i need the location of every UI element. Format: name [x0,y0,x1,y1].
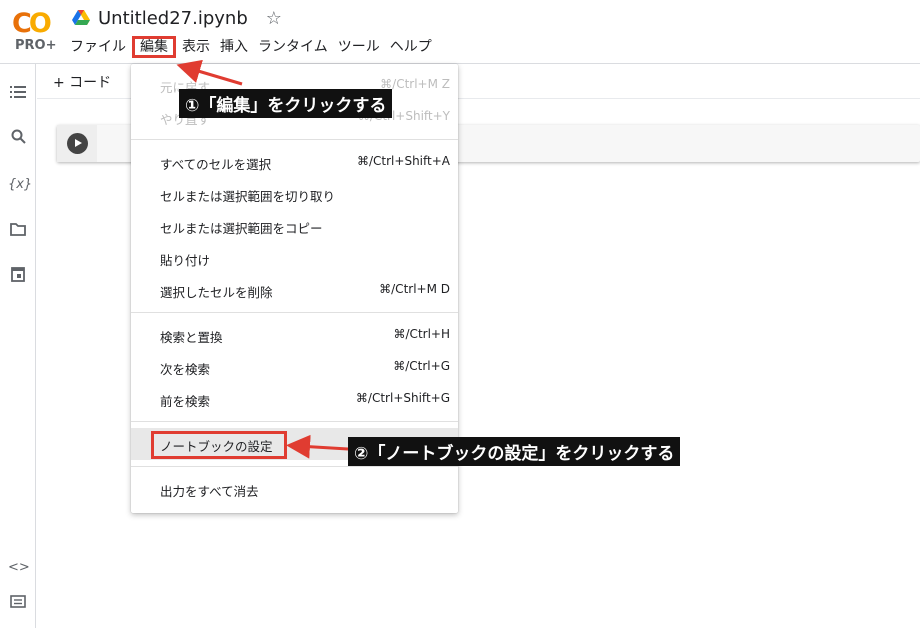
edit-menu-item-label: 選択したセルを削除 [160,285,273,300]
menu-item-5[interactable]: ツール [334,36,384,58]
title-row: Untitled27.ipynb ☆ [72,6,282,30]
edit-menu-item[interactable]: 検索と置換 ⌘/Ctrl+H [131,319,458,351]
edit-menu-item-label: セルまたは選択範囲を切り取り [160,189,336,204]
edit-menu-item-label: 貼り付け [160,253,211,268]
menu-separator [131,466,458,467]
edit-menu-item-shortcut: ⌘/Ctrl+G [393,359,450,373]
edit-menu-item-label: 次を検索 [160,362,211,377]
notebook-title[interactable]: Untitled27.ipynb [98,8,248,29]
step1-annotation: ①「編集」をクリックする [179,89,393,118]
edit-menu-item[interactable]: 出力をすべて消去 [131,473,458,505]
edit-menu-item-label: 検索と置換 [160,330,223,345]
menu-item-2[interactable]: 表示 [178,36,214,58]
menu-item-1[interactable]: 編集 [132,36,176,58]
edit-menu-item[interactable]: セルまたは選択範囲を切り取り [131,178,458,210]
edit-menu-item[interactable]: 次を検索 ⌘/Ctrl+G [131,351,458,383]
edit-menu-item-label: 前を検索 [160,394,211,409]
edit-menu-item-shortcut: ⌘/Ctrl+Shift+G [355,391,450,405]
menu-separator [131,312,458,313]
edit-menu-item-label: セルまたは選択範囲をコピー [160,221,323,236]
edit-menu-item-label: すべてのセルを選択 [160,157,272,172]
star-icon[interactable]: ☆ [266,8,282,29]
edit-menu-item[interactable]: セルまたは選択範囲をコピー [131,210,458,242]
folder-icon[interactable] [8,221,28,241]
menu-item-0[interactable]: ファイル [66,36,130,58]
search-icon[interactable] [8,129,28,149]
highlight-box [151,431,287,459]
edit-menu-item-shortcut: ⌘/Ctrl+H [393,327,450,341]
menubar: ファイル 編集 表示 挿入 ランタイム ツール ヘルプ [66,36,438,58]
edit-menu-item[interactable]: 前を検索 ⌘/Ctrl+Shift+G [131,383,458,415]
code-snippets-icon[interactable]: <> [8,558,30,578]
pro-badge: PRO+ [15,38,57,53]
menu-item-3[interactable]: 挿入 [216,36,252,58]
run-cell-icon[interactable] [67,133,88,154]
colab-window: CO PRO+ Untitled27.ipynb ☆ ファイル 編集 表示 挿入 ランタ… [0,0,920,628]
edit-menu-item-label: 出力をすべて消去 [160,484,259,499]
google-drive-icon [72,10,90,25]
edit-menu-item[interactable]: 選択したセルを削除 ⌘/Ctrl+M D [131,274,458,306]
edit-menu-item[interactable]: 貼り付け [131,242,458,274]
colab-logo-mark: CO [12,8,52,39]
cell-gutter [57,125,97,162]
menu-item-4[interactable]: ランタイム [254,36,332,58]
terminal-icon[interactable] [8,593,28,613]
edit-menu-item-shortcut: ⌘/Ctrl+Shift+A [357,154,450,168]
edit-menu-item-shortcut: ⌘/Ctrl+M D [379,282,450,296]
colab-logo[interactable]: CO PRO+ [12,8,56,54]
add-code-button[interactable]: + コード [53,72,111,92]
menu-separator [131,421,458,422]
edit-menu-item[interactable]: すべてのセルを選択 ⌘/Ctrl+Shift+A [131,146,458,178]
menu-separator [131,139,458,140]
table-of-contents-icon[interactable] [8,84,28,104]
variables-icon[interactable]: {x} [8,175,32,195]
left-sidebar: {x} <> [0,64,36,628]
menu-item-6[interactable]: ヘルプ [386,36,436,58]
step2-annotation: ②「ノートブックの設定」をクリックする [348,437,681,466]
calendar-icon[interactable] [8,266,28,286]
